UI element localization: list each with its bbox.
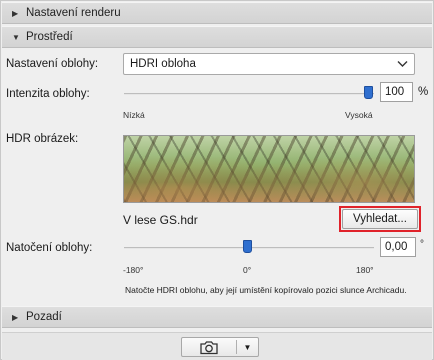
sky-rotation-value: 0,00 (385, 241, 408, 253)
sky-rotation-tick-mid: 0° (243, 265, 252, 275)
hdr-filename: V lese GS.hdr (123, 213, 198, 227)
section-render-settings-label: Nastavení renderu (26, 7, 121, 19)
bottom-toolbar: ▼ (2, 332, 432, 360)
sky-rotation-unit: ° (420, 239, 424, 250)
sky-intensity-slider-thumb[interactable] (364, 86, 373, 99)
sky-intensity-max-label: Vysoká (345, 110, 373, 120)
triangle-down-icon: ▼ (12, 32, 20, 42)
hdr-preview-image (123, 135, 415, 203)
sky-intensity-slider-track[interactable] (124, 93, 374, 95)
render-settings-panel: ▶ Nastavení renderu ▼ Prostředí Nastaven… (0, 0, 434, 360)
triangle-right-icon: ▶ (12, 8, 19, 18)
section-render-settings[interactable]: ▶ Nastavení renderu (2, 2, 432, 24)
sky-intensity-min-label: Nízká (123, 110, 145, 120)
section-environment[interactable]: ▼ Prostředí (2, 26, 432, 48)
browse-button-highlight: Vyhledat... (339, 206, 421, 232)
camera-icon[interactable] (182, 340, 236, 355)
browse-button[interactable]: Vyhledat... (342, 209, 418, 229)
sky-rotation-hint: Natočte HDRI oblohu, aby její umístění k… (125, 285, 407, 295)
sky-rotation-label: Natočení oblohy: (6, 242, 93, 254)
sky-intensity-value: 100 (385, 86, 405, 98)
sky-rotation-slider-thumb[interactable] (243, 240, 252, 253)
chevron-down-icon (397, 59, 408, 71)
triangle-down-icon[interactable]: ▼ (237, 343, 258, 352)
section-environment-label: Prostředí (26, 31, 73, 43)
hdr-image-label: HDR obrázek: (6, 133, 79, 145)
sky-rotation-input[interactable]: 0,00 (380, 237, 416, 257)
sky-settings-label: Nastavení oblohy: (6, 58, 99, 70)
sky-intensity-unit: % (418, 86, 429, 98)
camera-button[interactable]: ▼ (181, 337, 259, 357)
sky-intensity-input[interactable]: 100 (380, 82, 413, 102)
sky-settings-value: HDRI obloha (130, 58, 196, 70)
section-background-label: Pozadí (26, 311, 62, 323)
browse-button-label: Vyhledat... (353, 213, 407, 225)
sky-settings-dropdown[interactable]: HDRI obloha (123, 53, 415, 75)
sky-rotation-tick-min: -180° (123, 265, 144, 275)
sky-rotation-tick-max: 180° (356, 265, 374, 275)
section-background[interactable]: ▶ Pozadí (2, 306, 432, 328)
triangle-right-icon: ▶ (12, 312, 19, 322)
sky-intensity-label: Intenzita oblohy: (6, 88, 90, 100)
